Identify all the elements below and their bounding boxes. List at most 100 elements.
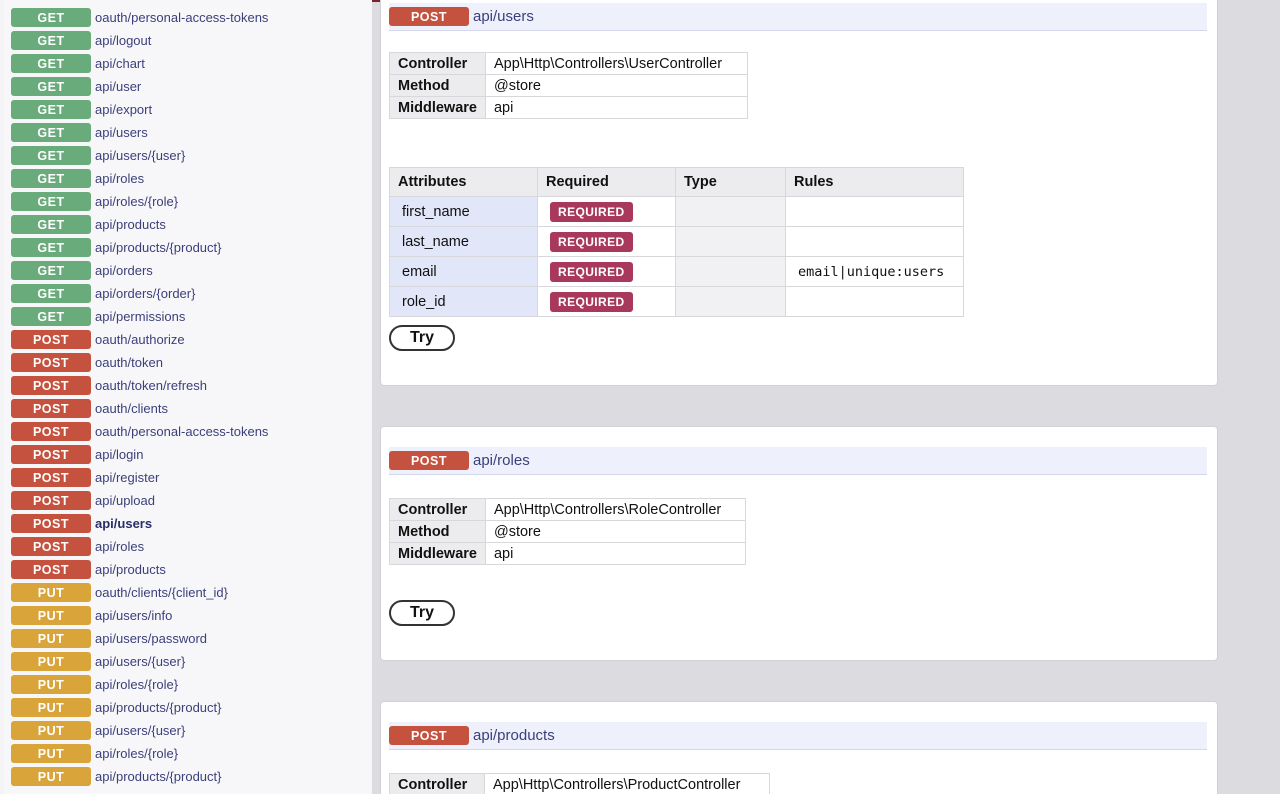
table-row: Middleware api xyxy=(389,542,747,565)
sidebar-item-label: api/roles xyxy=(95,171,145,186)
sidebar-item-label: api/register xyxy=(95,470,160,485)
table-row: Method @store xyxy=(389,520,747,543)
sidebar-item-label: api/users/{user} xyxy=(95,148,186,163)
sidebar-item-label: api/products/{product} xyxy=(95,700,222,715)
method-badge: GET xyxy=(11,192,91,211)
sidebar-item-put-api-products-product[interactable]: PUT api/products/{product} xyxy=(11,765,268,788)
sidebar-item-label: oauth/clients xyxy=(95,401,168,416)
method-badge: GET xyxy=(11,77,91,96)
method-badge: POST xyxy=(11,376,91,395)
sidebar-item-label: api/roles/{role} xyxy=(95,194,179,209)
sidebar-item-get-api-orders-order[interactable]: GET api/orders/{order} xyxy=(11,282,268,305)
method-badge: POST xyxy=(389,451,469,470)
method-badge: GET xyxy=(11,100,91,119)
sidebar-item-put-api-users-password[interactable]: PUT api/users/password xyxy=(11,627,268,650)
sidebar[interactable]: GET oauth/personal-access-tokens GET api/lo… xyxy=(4,0,372,794)
controller-value: App\Http\Controllers\RoleController xyxy=(484,498,747,521)
attribute-required-cell: REQUIRED xyxy=(537,226,676,257)
attribute-required-cell: REQUIRED xyxy=(537,256,676,287)
sidebar-item-get-api-user[interactable]: GET api/user xyxy=(11,75,268,98)
sidebar-item-label: api/users/info xyxy=(95,608,173,623)
attribute-type xyxy=(675,226,786,257)
main-content[interactable]: POST api/users Controller App\Http\Contr… xyxy=(372,0,1280,794)
method-badge: GET xyxy=(11,169,91,188)
sidebar-item-get-oauth-personal-access-tokens[interactable]: GET oauth/personal-access-tokens xyxy=(11,6,268,29)
table-row: role_id REQUIRED xyxy=(389,286,964,317)
try-button[interactable]: Try xyxy=(389,600,455,626)
middleware-label: Middleware xyxy=(389,96,486,119)
sidebar-item-get-api-logout[interactable]: GET api/logout xyxy=(11,29,268,52)
sidebar-item-label: api/users/{user} xyxy=(95,723,186,738)
attribute-rules xyxy=(785,226,964,257)
sidebar-item-put-api-users-user[interactable]: PUT api/users/{user} xyxy=(11,719,268,742)
sidebar-item-post-oauth-token-refresh[interactable]: POST oauth/token/refresh xyxy=(11,374,268,397)
table-row: first_name REQUIRED xyxy=(389,196,964,227)
sidebar-item-post-api-products[interactable]: POST api/products xyxy=(11,558,268,581)
method-badge: PUT xyxy=(11,583,91,602)
endpoint-card-post-api-roles: POST api/roles Controller App\Http\Contr… xyxy=(380,426,1218,661)
sidebar-item-put-api-products-product[interactable]: PUT api/products/{product} xyxy=(11,696,268,719)
sidebar-item-get-api-users[interactable]: GET api/users xyxy=(11,121,268,144)
method-badge: PUT xyxy=(11,606,91,625)
middleware-label: Middleware xyxy=(389,542,486,565)
sidebar-item-post-api-users[interactable]: POST api/users xyxy=(11,512,268,535)
sidebar-item-get-api-chart[interactable]: GET api/chart xyxy=(11,52,268,75)
endpoint-path: api/products xyxy=(473,727,555,744)
endpoint-nav-list: GET oauth/personal-access-tokens GET api/lo… xyxy=(11,6,268,788)
sidebar-item-label: oauth/personal-access-tokens xyxy=(95,10,269,25)
sidebar-item-label: api/products xyxy=(95,562,166,577)
sidebar-item-get-api-permissions[interactable]: GET api/permissions xyxy=(11,305,268,328)
attribute-required-cell: REQUIRED xyxy=(537,286,676,317)
scrollbar-track[interactable] xyxy=(1218,0,1280,794)
method-badge: PUT xyxy=(11,698,91,717)
route-info-table: Controller App\Http\Controllers\RoleCont… xyxy=(389,498,747,565)
sidebar-item-post-oauth-token[interactable]: POST oauth/token xyxy=(11,351,268,374)
controller-value: App\Http\Controllers\UserController xyxy=(484,52,749,75)
method-badge: GET xyxy=(11,146,91,165)
sidebar-item-label: api/orders/{order} xyxy=(95,286,196,301)
sidebar-item-get-api-products-product[interactable]: GET api/products/{product} xyxy=(11,236,268,259)
sidebar-item-put-api-roles-role[interactable]: PUT api/roles/{role} xyxy=(11,742,268,765)
sidebar-item-get-api-users-user[interactable]: GET api/users/{user} xyxy=(11,144,268,167)
method-badge: PUT xyxy=(11,652,91,671)
sidebar-item-post-oauth-personal-access-tokens[interactable]: POST oauth/personal-access-tokens xyxy=(11,420,268,443)
sidebar-item-post-oauth-authorize[interactable]: POST oauth/authorize xyxy=(11,328,268,351)
sidebar-item-label: api/export xyxy=(95,102,153,117)
sidebar-item-put-oauth-clients-client-id[interactable]: PUT oauth/clients/{client_id} xyxy=(11,581,268,604)
sidebar-item-put-api-users-user[interactable]: PUT api/users/{user} xyxy=(11,650,268,673)
sidebar-item-post-api-upload[interactable]: POST api/upload xyxy=(11,489,268,512)
sidebar-item-put-api-roles-role[interactable]: PUT api/roles/{role} xyxy=(11,673,268,696)
sidebar-item-post-api-roles[interactable]: POST api/roles xyxy=(11,535,268,558)
method-badge: POST xyxy=(11,491,91,510)
table-row: Method @store xyxy=(389,74,749,97)
sidebar-item-post-oauth-clients[interactable]: POST oauth/clients xyxy=(11,397,268,420)
sidebar-item-get-api-orders[interactable]: GET api/orders xyxy=(11,259,268,282)
sidebar-item-label: api/permissions xyxy=(95,309,186,324)
sidebar-item-post-api-login[interactable]: POST api/login xyxy=(11,443,268,466)
method-badge: POST xyxy=(11,537,91,556)
try-button[interactable]: Try xyxy=(389,325,455,351)
sidebar-item-get-api-products[interactable]: GET api/products xyxy=(11,213,268,236)
method-value: @store xyxy=(484,74,749,97)
method-badge: POST xyxy=(11,560,91,579)
sidebar-item-label: api/products/{product} xyxy=(95,240,222,255)
controller-label: Controller xyxy=(389,52,486,75)
controller-label: Controller xyxy=(389,498,486,521)
method-badge: GET xyxy=(11,284,91,303)
attributes-table-body: first_name REQUIRED last_name REQUIRED email… xyxy=(389,196,964,317)
attribute-name: email xyxy=(389,256,538,287)
sidebar-item-post-api-register[interactable]: POST api/register xyxy=(11,466,268,489)
sidebar-item-put-api-users-info[interactable]: PUT api/users/info xyxy=(11,604,268,627)
endpoint-path: api/roles xyxy=(473,452,530,469)
sidebar-item-get-api-roles-role[interactable]: GET api/roles/{role} xyxy=(11,190,268,213)
method-badge: POST xyxy=(11,422,91,441)
table-row: last_name REQUIRED xyxy=(389,226,964,257)
sidebar-item-get-api-export[interactable]: GET api/export xyxy=(11,98,268,121)
endpoint-header: POST api/users xyxy=(389,3,1207,31)
sidebar-item-label: oauth/personal-access-tokens xyxy=(95,424,269,439)
sidebar-item-label: oauth/token xyxy=(95,355,163,370)
required-badge: REQUIRED xyxy=(550,201,633,222)
sidebar-item-get-api-roles[interactable]: GET api/roles xyxy=(11,167,268,190)
sidebar-item-label: api/products xyxy=(95,217,166,232)
method-badge: PUT xyxy=(11,744,91,763)
